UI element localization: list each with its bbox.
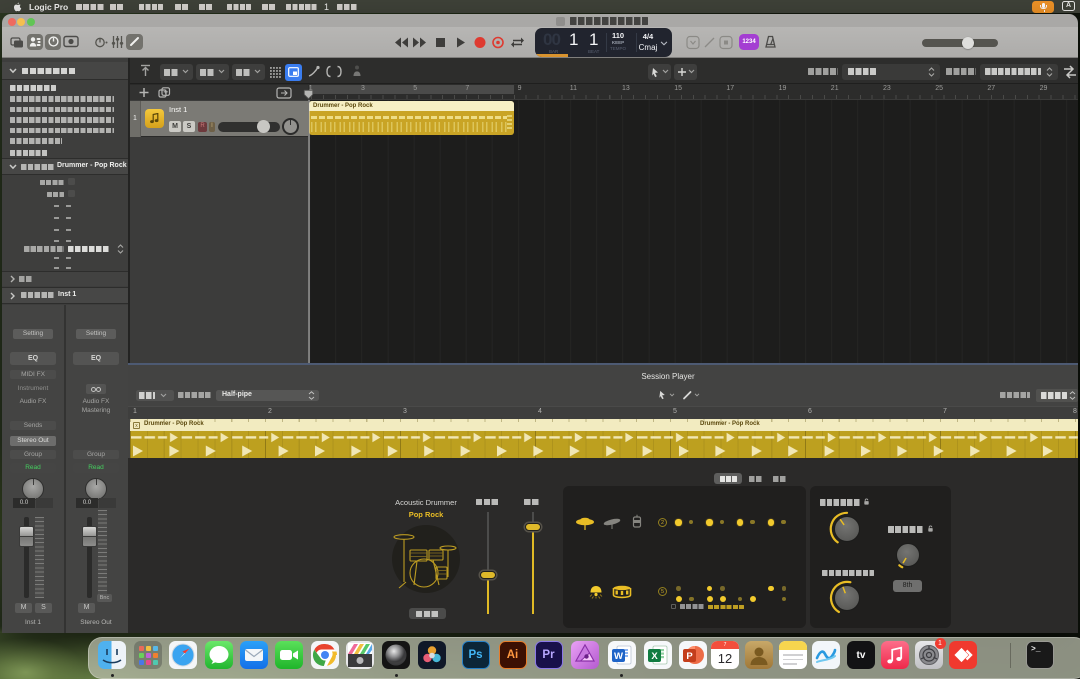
svg-text:W: W: [614, 651, 623, 662]
svg-text:X: X: [651, 651, 658, 662]
svg-text:P: P: [686, 651, 693, 662]
